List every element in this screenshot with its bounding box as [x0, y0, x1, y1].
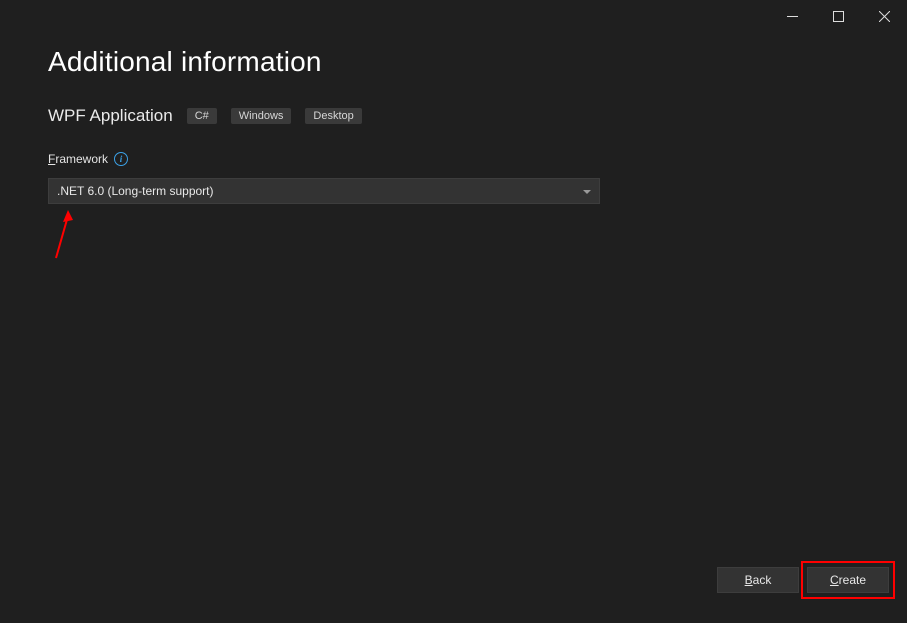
- project-name: WPF Application: [48, 106, 173, 126]
- framework-select[interactable]: .NET 6.0 (Long-term support): [48, 178, 600, 204]
- framework-selected-value: .NET 6.0 (Long-term support): [57, 184, 214, 198]
- tag-language: C#: [187, 108, 217, 124]
- page-title: Additional information: [48, 46, 859, 78]
- project-row: WPF Application C# Windows Desktop: [48, 106, 859, 126]
- minimize-icon: [787, 11, 798, 22]
- back-button-label: Back: [745, 573, 772, 587]
- framework-label-row: Framework i: [48, 152, 859, 166]
- footer-buttons: Back Create: [717, 567, 889, 593]
- close-button[interactable]: [861, 0, 907, 32]
- maximize-icon: [833, 11, 844, 22]
- window-titlebar: [0, 0, 907, 32]
- content-area: Additional information WPF Application C…: [0, 32, 907, 204]
- maximize-button[interactable]: [815, 0, 861, 32]
- minimize-button[interactable]: [769, 0, 815, 32]
- annotation-arrow: [50, 210, 80, 260]
- chevron-down-icon: [583, 184, 591, 198]
- tag-type: Desktop: [305, 108, 361, 124]
- framework-label: Framework: [48, 152, 108, 166]
- create-button[interactable]: Create: [807, 567, 889, 593]
- tag-platform: Windows: [231, 108, 292, 124]
- create-button-label: Create: [830, 573, 866, 587]
- back-button[interactable]: Back: [717, 567, 799, 593]
- info-icon[interactable]: i: [114, 152, 128, 166]
- close-icon: [879, 11, 890, 22]
